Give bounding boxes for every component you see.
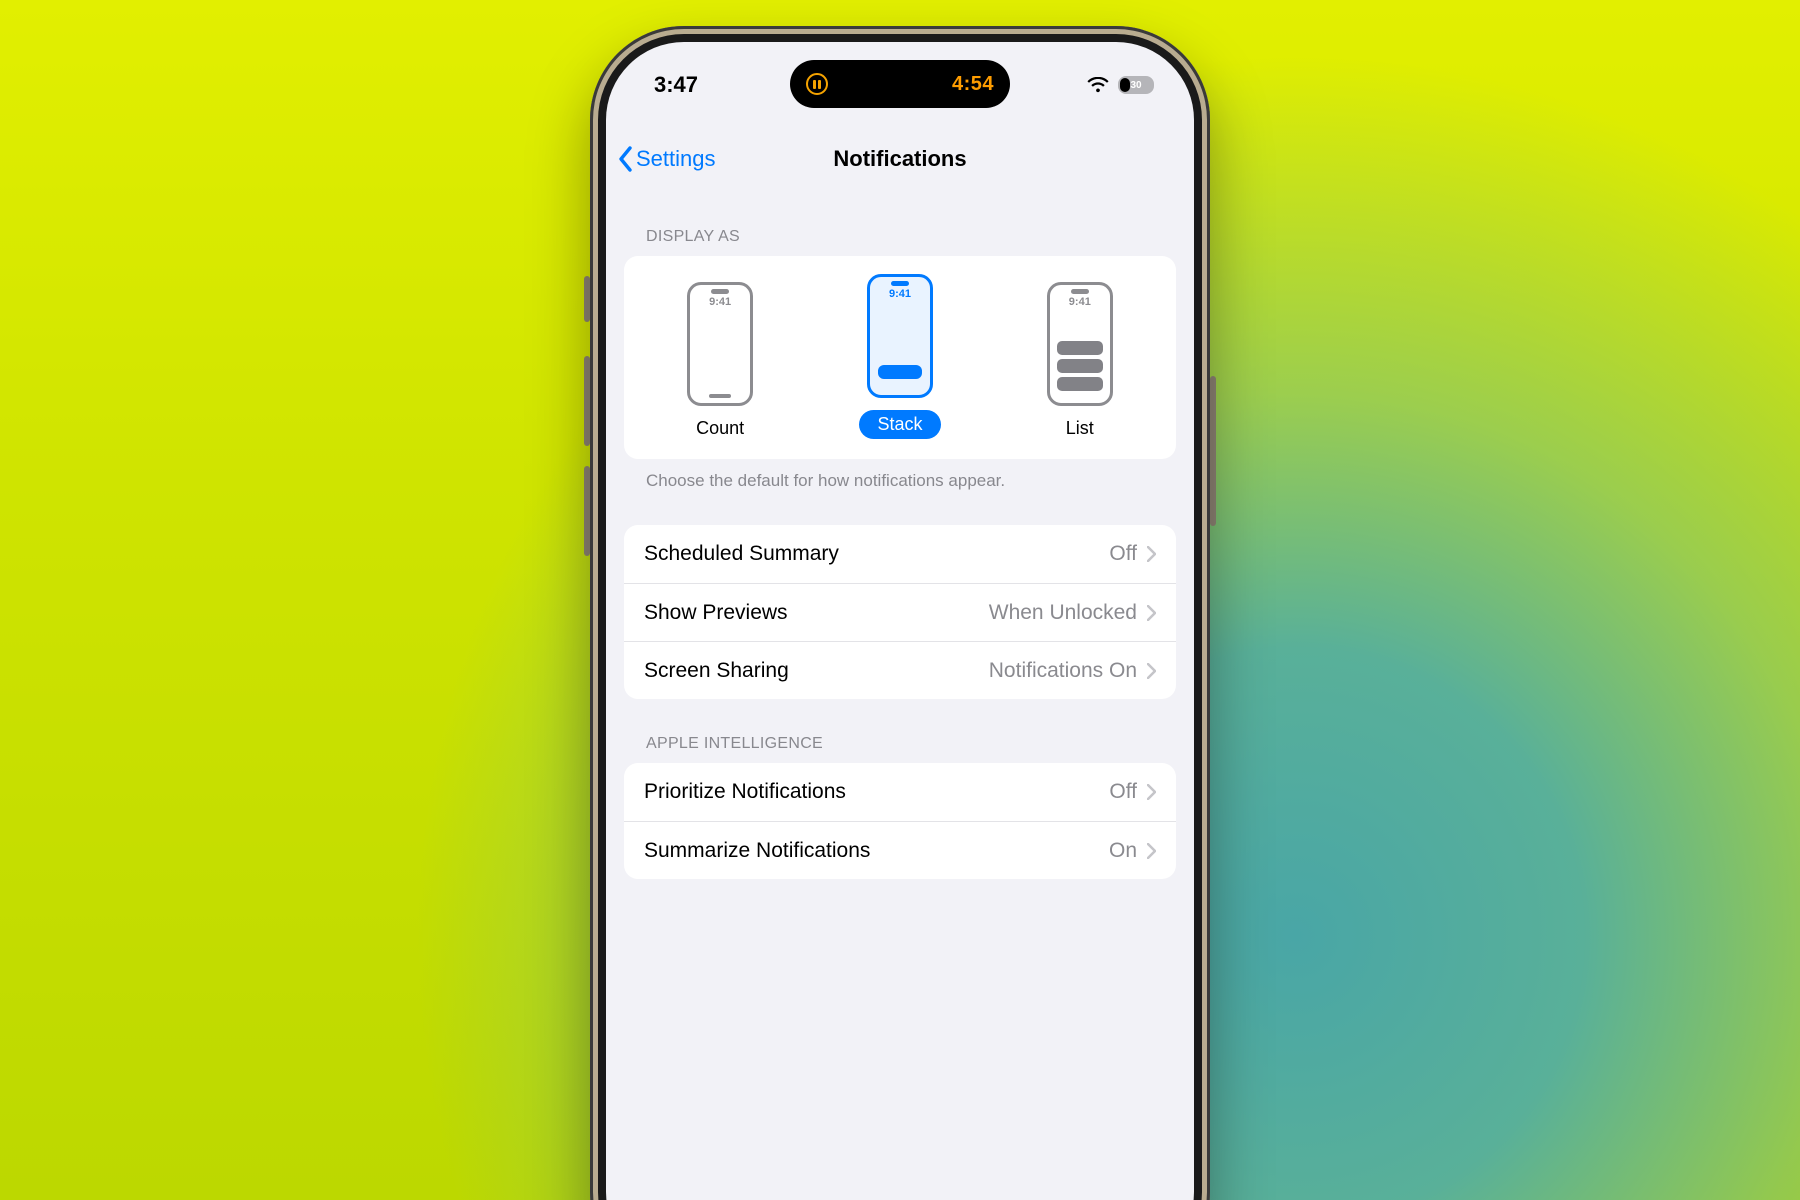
- display-option-count[interactable]: 9:41 Count: [687, 282, 753, 439]
- general-settings-card: Scheduled Summary Off Show Previews When…: [624, 525, 1176, 699]
- chevron-right-icon: [1147, 546, 1156, 562]
- display-option-stack-label: Stack: [859, 410, 940, 439]
- island-timer: 4:54: [952, 73, 994, 96]
- row-label: Show Previews: [644, 601, 788, 625]
- row-screen-sharing[interactable]: Screen Sharing Notifications On: [624, 641, 1176, 699]
- phone-button-power: [1210, 376, 1216, 526]
- chevron-right-icon: [1147, 605, 1156, 621]
- row-label: Screen Sharing: [644, 659, 789, 683]
- row-prioritize-notifications[interactable]: Prioritize Notifications Off: [624, 763, 1176, 821]
- battery-level: 30: [1118, 80, 1154, 91]
- dynamic-island[interactable]: 4:54: [790, 60, 1010, 108]
- chevron-right-icon: [1147, 784, 1156, 800]
- preview-time: 9:41: [1069, 296, 1091, 308]
- wifi-icon: [1087, 77, 1109, 93]
- chevron-right-icon: [1147, 663, 1156, 679]
- row-summarize-notifications[interactable]: Summarize Notifications On: [624, 821, 1176, 879]
- row-value: Off: [1109, 542, 1137, 566]
- status-time: 3:47: [654, 72, 698, 98]
- display-as-card: 9:41 Count 9:41: [624, 256, 1176, 459]
- phone-screen: 3:47 30 4:54: [606, 42, 1194, 1200]
- preview-list-icon: 9:41: [1047, 282, 1113, 406]
- back-label: Settings: [636, 146, 716, 172]
- row-show-previews[interactable]: Show Previews When Unlocked: [624, 583, 1176, 641]
- preview-time: 9:41: [709, 296, 731, 308]
- display-option-count-label: Count: [696, 418, 744, 439]
- row-value: Notifications On: [989, 659, 1137, 683]
- display-option-stack[interactable]: 9:41 Stack: [859, 274, 940, 439]
- battery-icon: 30: [1118, 76, 1154, 94]
- row-value: When Unlocked: [989, 601, 1137, 625]
- iphone-mockup: 3:47 30 4:54: [590, 26, 1210, 1200]
- settings-content[interactable]: Display As 9:41 Count: [606, 192, 1194, 1200]
- section-header-display-as: Display As: [624, 192, 1176, 256]
- display-as-picker: 9:41 Count 9:41: [624, 256, 1176, 459]
- chevron-left-icon: [618, 146, 634, 172]
- row-label: Scheduled Summary: [644, 542, 839, 566]
- pause-icon: [806, 73, 828, 95]
- preview-stack-icon: 9:41: [867, 274, 933, 398]
- apple-intelligence-card: Prioritize Notifications Off Summarize N…: [624, 763, 1176, 879]
- phone-frame: 3:47 30 4:54: [590, 26, 1210, 1200]
- section-footer-display-as: Choose the default for how notifications…: [624, 459, 1176, 491]
- row-value: Off: [1109, 780, 1137, 804]
- display-option-list-label: List: [1066, 418, 1094, 439]
- preview-count-icon: 9:41: [687, 282, 753, 406]
- back-button[interactable]: Settings: [618, 146, 716, 172]
- row-label: Prioritize Notifications: [644, 780, 846, 804]
- chevron-right-icon: [1147, 843, 1156, 859]
- row-label: Summarize Notifications: [644, 839, 870, 863]
- row-value: On: [1109, 839, 1137, 863]
- preview-time: 9:41: [889, 288, 911, 300]
- row-scheduled-summary[interactable]: Scheduled Summary Off: [624, 525, 1176, 583]
- section-header-apple-intelligence: Apple Intelligence: [624, 699, 1176, 763]
- display-option-list[interactable]: 9:41 List: [1047, 282, 1113, 439]
- navigation-bar: Settings Notifications: [606, 132, 1194, 186]
